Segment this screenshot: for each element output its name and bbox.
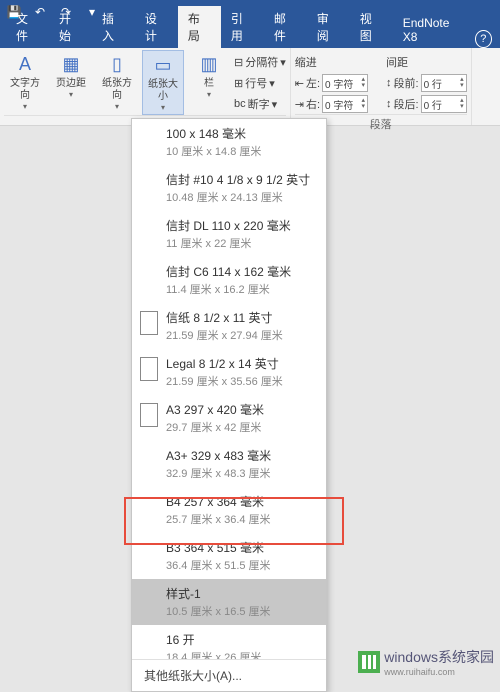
paper-size-title: 16 开 bbox=[166, 631, 318, 648]
chevron-down-icon: ▾ bbox=[161, 103, 165, 112]
columns-button[interactable]: ▥ 栏 ▾ bbox=[188, 50, 230, 101]
spacing-after-row: ↕ 段后: 0 行▴▾ bbox=[386, 94, 467, 114]
paper-size-title: 信封 DL 110 x 220 毫米 bbox=[166, 217, 318, 234]
indent-right-row: ⇥ 右: 0 字符▴▾ bbox=[295, 94, 368, 114]
paper-size-button[interactable]: ▭ 纸张大小 ▾ bbox=[142, 50, 184, 115]
chevron-down-icon: ▾ bbox=[207, 90, 211, 99]
tab-mailings[interactable]: 邮件 bbox=[264, 6, 307, 48]
paper-size-dimensions: 21.59 厘米 x 27.94 厘米 bbox=[166, 327, 318, 343]
paper-size-dimensions: 10.5 厘米 x 16.5 厘米 bbox=[166, 603, 318, 619]
paper-size-dimensions: 32.9 厘米 x 48.3 厘米 bbox=[166, 465, 318, 481]
chevron-down-icon: ▾ bbox=[23, 102, 27, 111]
paper-size-option[interactable]: 信封 C6 114 x 162 毫米11.4 厘米 x 16.2 厘米 bbox=[132, 257, 326, 303]
indent-left-input[interactable]: 0 字符▴▾ bbox=[322, 74, 368, 92]
spacing-before-row: ↕ 段前: 0 行▴▾ bbox=[386, 73, 467, 93]
tab-home[interactable]: 开始 bbox=[49, 6, 92, 48]
text-direction-icon: A bbox=[13, 52, 37, 76]
paper-size-dimensions: 10 厘米 x 14.8 厘米 bbox=[166, 143, 318, 159]
breaks-button[interactable]: ⊟分隔符▾ bbox=[234, 52, 286, 72]
hyphenation-button[interactable]: bc断字▾ bbox=[234, 94, 286, 114]
tab-file[interactable]: 文件 bbox=[6, 6, 49, 48]
paper-size-title: 100 x 148 毫米 bbox=[166, 125, 318, 142]
paper-size-option[interactable]: 信封 #10 4 1/8 x 9 1/2 英寸10.48 厘米 x 24.13 … bbox=[132, 165, 326, 211]
indent-right-input[interactable]: 0 字符▴▾ bbox=[322, 95, 368, 113]
spacing-after-icon: ↕ bbox=[386, 98, 392, 110]
paper-size-option[interactable]: 16 开18.4 厘米 x 26 厘米 bbox=[132, 625, 326, 659]
paper-size-title: Legal 8 1/2 x 14 英寸 bbox=[166, 355, 318, 372]
spacing-after-input[interactable]: 0 行▴▾ bbox=[421, 95, 467, 113]
indent-heading: 缩进 bbox=[295, 52, 368, 72]
orientation-button[interactable]: ▯ 纸张方向 ▾ bbox=[96, 50, 138, 113]
paper-size-title: 信封 #10 4 1/8 x 9 1/2 英寸 bbox=[166, 171, 318, 188]
spacing-heading: 间距 bbox=[386, 52, 467, 72]
tab-review[interactable]: 审阅 bbox=[307, 6, 350, 48]
ribbon-tabs: 文件 开始 插入 设计 布局 引用 邮件 审阅 视图 EndNote X8 ? bbox=[0, 24, 500, 48]
margins-icon: ▦ bbox=[59, 52, 83, 76]
paper-size-title: A3 297 x 420 毫米 bbox=[166, 401, 318, 418]
watermark-logo-icon bbox=[358, 651, 380, 673]
help-icon[interactable]: ? bbox=[475, 30, 492, 48]
paper-size-title: B4 257 x 364 毫米 bbox=[166, 493, 318, 510]
paper-size-dimensions: 29.7 厘米 x 42 厘米 bbox=[166, 419, 318, 435]
paper-size-dimensions: 36.4 厘米 x 51.5 厘米 bbox=[166, 557, 318, 573]
tab-endnote[interactable]: EndNote X8 bbox=[393, 12, 475, 48]
margins-button[interactable]: ▦ 页边距 ▾ bbox=[50, 50, 92, 101]
paper-size-title: 信封 C6 114 x 162 毫米 bbox=[166, 263, 318, 280]
text-direction-button[interactable]: A 文字方向 ▾ bbox=[4, 50, 46, 113]
tab-references[interactable]: 引用 bbox=[221, 6, 264, 48]
paper-size-dimensions: 21.59 厘米 x 35.56 厘米 bbox=[166, 373, 318, 389]
paper-size-title: 信纸 8 1/2 x 11 英寸 bbox=[166, 309, 318, 326]
paper-size-dimensions: 11.4 厘米 x 16.2 厘米 bbox=[166, 281, 318, 297]
spacing-before-input[interactable]: 0 行▴▾ bbox=[421, 74, 467, 92]
paper-size-list[interactable]: 100 x 148 毫米10 厘米 x 14.8 厘米信封 #10 4 1/8 … bbox=[132, 119, 326, 659]
watermark: windows系统家园 www.ruihaifu.com bbox=[358, 647, 494, 677]
page-setup-group: A 文字方向 ▾ ▦ 页边距 ▾ ▯ 纸张方向 ▾ ▭ 纸张大小 ▾ ▥ 栏 bbox=[0, 48, 291, 125]
tab-layout[interactable]: 布局 bbox=[178, 6, 221, 48]
tab-insert[interactable]: 插入 bbox=[92, 6, 135, 48]
paper-size-dimensions: 25.7 厘米 x 36.4 厘米 bbox=[166, 511, 318, 527]
paper-size-option[interactable]: B4 257 x 364 毫米25.7 厘米 x 36.4 厘米 bbox=[132, 487, 326, 533]
paper-size-dimensions: 18.4 厘米 x 26 厘米 bbox=[166, 649, 318, 659]
paper-size-dimensions: 11 厘米 x 22 厘米 bbox=[166, 235, 318, 251]
paper-size-dropdown: 100 x 148 毫米10 厘米 x 14.8 厘米信封 #10 4 1/8 … bbox=[131, 118, 327, 692]
ribbon: A 文字方向 ▾ ▦ 页边距 ▾ ▯ 纸张方向 ▾ ▭ 纸张大小 ▾ ▥ 栏 bbox=[0, 48, 500, 126]
paper-size-option[interactable]: B3 364 x 515 毫米36.4 厘米 x 51.5 厘米 bbox=[132, 533, 326, 579]
paper-size-dimensions: 10.48 厘米 x 24.13 厘米 bbox=[166, 189, 318, 205]
columns-icon: ▥ bbox=[197, 52, 221, 76]
paper-size-option[interactable]: A3 297 x 420 毫米29.7 厘米 x 42 厘米 bbox=[132, 395, 326, 441]
tab-design[interactable]: 设计 bbox=[135, 6, 178, 48]
paper-size-icon: ▭ bbox=[151, 53, 175, 77]
paragraph-group: 缩进 ⇤ 左: 0 字符▴▾ ⇥ 右: 0 字符▴▾ 间距 ↕ bbox=[291, 48, 472, 125]
paper-size-option[interactable]: Legal 8 1/2 x 14 英寸21.59 厘米 x 35.56 厘米 bbox=[132, 349, 326, 395]
chevron-down-icon: ▾ bbox=[115, 102, 119, 111]
paper-size-option[interactable]: 样式-110.5 厘米 x 16.5 厘米 bbox=[132, 579, 326, 625]
paper-size-title: 样式-1 bbox=[166, 585, 318, 602]
paper-size-option[interactable]: 信封 DL 110 x 220 毫米11 厘米 x 22 厘米 bbox=[132, 211, 326, 257]
indent-left-icon: ⇤ bbox=[295, 77, 304, 90]
paper-size-title: B3 364 x 515 毫米 bbox=[166, 539, 318, 556]
spacing-before-icon: ↕ bbox=[386, 77, 392, 89]
line-numbers-button[interactable]: ⊞行号▾ bbox=[234, 73, 286, 93]
tab-view[interactable]: 视图 bbox=[350, 6, 393, 48]
chevron-down-icon: ▾ bbox=[69, 90, 73, 99]
more-paper-sizes[interactable]: 其他纸张大小(A)... bbox=[132, 659, 326, 691]
paper-size-title: A3+ 329 x 483 毫米 bbox=[166, 447, 318, 464]
paper-size-option[interactable]: A3+ 329 x 483 毫米32.9 厘米 x 48.3 厘米 bbox=[132, 441, 326, 487]
orientation-icon: ▯ bbox=[105, 52, 129, 76]
paper-size-option[interactable]: 信纸 8 1/2 x 11 英寸21.59 厘米 x 27.94 厘米 bbox=[132, 303, 326, 349]
paper-size-option[interactable]: 100 x 148 毫米10 厘米 x 14.8 厘米 bbox=[132, 119, 326, 165]
indent-left-row: ⇤ 左: 0 字符▴▾ bbox=[295, 73, 368, 93]
indent-right-icon: ⇥ bbox=[295, 98, 304, 111]
